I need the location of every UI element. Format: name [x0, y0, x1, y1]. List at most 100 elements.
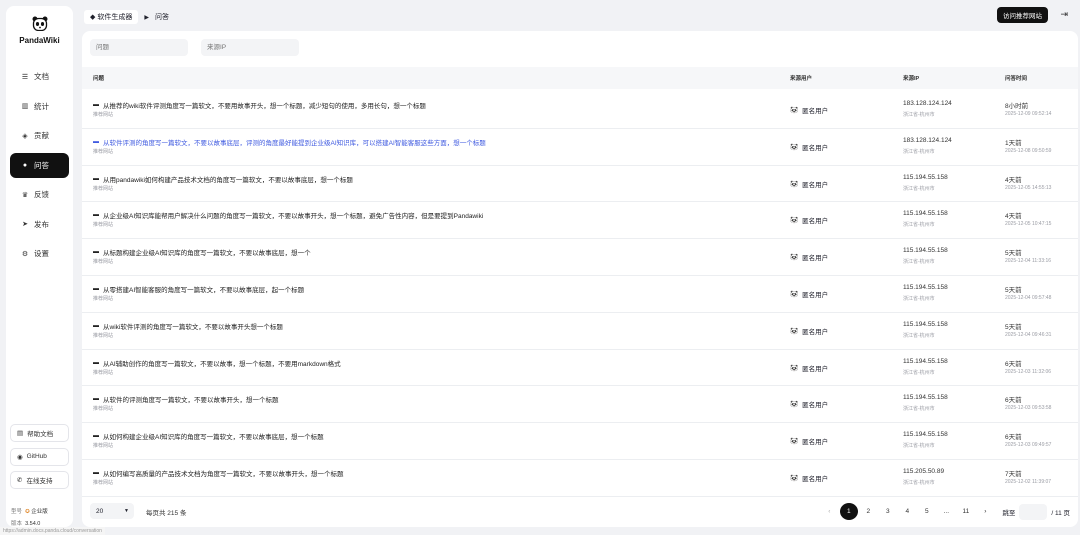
question-text[interactable]: ▬ 从如何构建企业级AI知识库的角度写一篇软文，不要以故事底层，想一个标题	[93, 431, 324, 441]
sidebar-item-feedback[interactable]: ♛ 反馈	[10, 182, 69, 207]
question-label: 从wiki软件评测的角度写一篇软文，不要以故事开头想一个标题	[103, 323, 283, 331]
sidebar-item-settings[interactable]: ⚙ 设置	[10, 241, 69, 266]
edition-label: 型号	[11, 509, 23, 515]
question-text[interactable]: ▬ 从推荐的wiki软件评测角度写一篇软文，不要用故事开头，想一个标题，减少短句的…	[93, 100, 426, 110]
chat-bubble-icon: ▬	[93, 322, 99, 329]
relative-time: 1天前	[1005, 139, 1022, 147]
question-text[interactable]: ▬ 从软件的评测角度写一篇软文，不要以故事开头，想一个标题	[93, 394, 279, 404]
jump-label: 跳至	[1002, 509, 1016, 517]
absolute-time: 2025-12-05 14:55:13	[1005, 184, 1052, 191]
question-search-input[interactable]	[90, 39, 188, 56]
github-icon: ◉	[17, 453, 23, 461]
source-kb: 推荐网站	[93, 406, 114, 413]
question-text[interactable]: ▬ 从软件评测的角度写一篇软文，不要以故事底层，评测的角度最好能提到企业级AI知识…	[93, 137, 486, 147]
relative-time: 4天前	[1005, 176, 1022, 184]
page-button[interactable]: 3	[879, 503, 897, 520]
question-text[interactable]: ▬ 从如何编写高质量的产品技术文档为角度写一篇软文，不要以故事开头，想一个标题	[93, 468, 344, 478]
question-label: 从如何构建企业级AI知识库的角度写一篇软文，不要以故事底层，想一个标题	[103, 434, 324, 442]
question-label: 从软件的评测角度写一篇软文，不要以故事开头，想一个标题	[103, 397, 279, 405]
user-label: 匿名用户	[802, 218, 829, 226]
panda-avatar-icon: 🐼	[790, 180, 799, 188]
next-page-icon[interactable]: ›	[976, 503, 994, 520]
table-row[interactable]: ▬ 从零搭建AI智能客服的角度写一篇软文，不要以故事底层，起一个标题 推荐网站 🐼 匿名…	[82, 276, 1078, 313]
page-button[interactable]: 4	[898, 503, 916, 520]
table-row[interactable]: ▬ 从推荐的wiki软件评测角度写一篇软文，不要用故事开头，想一个标题，减少短句的…	[82, 92, 1078, 129]
source-user: 🐼 匿名用户	[790, 105, 828, 115]
chat-bubble-icon: ▬	[93, 138, 99, 145]
table-row[interactable]: ▬ 从如何构建企业级AI知识库的角度写一篇软文，不要以故事底层，想一个标题 推荐网站…	[82, 423, 1078, 460]
source-kb: 推荐网站	[93, 259, 114, 266]
page-button[interactable]: 2	[859, 503, 877, 520]
relative-time: 4天前	[1005, 213, 1022, 221]
source-ip: 115.194.55.158	[903, 394, 948, 402]
source-location: 浙江省-杭州市	[903, 443, 935, 450]
page-size-select[interactable]: 20 ▼	[90, 503, 134, 519]
send-icon: ➤	[22, 221, 28, 228]
table-row[interactable]: ▬ 从用pandawiki如何构建产品技术文档的角度写一篇软文，不要以故事底层，想…	[82, 166, 1078, 203]
relative-time: 8小时前	[1005, 103, 1029, 110]
sidebar-item-label: 问答	[34, 160, 49, 170]
absolute-time: 2025-12-03 11:32:06	[1005, 368, 1052, 375]
logo[interactable]: PandaWiki	[6, 16, 73, 45]
relative-time: 5天前	[1005, 250, 1022, 258]
sidebar-item-contrib[interactable]: ◈ 贡献	[10, 123, 69, 148]
panda-avatar-icon: 🐼	[790, 401, 799, 409]
source-user: 🐼 匿名用户	[790, 326, 828, 336]
user-label: 匿名用户	[802, 328, 829, 336]
prev-page-icon[interactable]: ‹	[820, 503, 838, 520]
question-text[interactable]: ▬ 从wiki软件评测的角度写一篇软文，不要以故事开头想一个标题	[93, 321, 283, 331]
source-location: 浙江省-杭州市	[903, 369, 935, 376]
help-docs-button[interactable]: ▤ 帮助文档	[10, 424, 69, 442]
table-row[interactable]: ▬ 从软件评测的角度写一篇软文，不要以故事底层，评测的角度最好能提到企业级AI知识…	[82, 129, 1078, 166]
user-label: 匿名用户	[802, 108, 829, 115]
filter-bar	[90, 39, 312, 56]
source-location: 浙江省-杭州市	[903, 222, 935, 229]
sidebar-nav: ☰ 文档 ▥ 统计 ◈ 贡献 ● 问答 ♛ 反馈 ➤ 发布 ⚙ 设置	[10, 64, 69, 271]
page-button[interactable]: 11	[957, 503, 975, 520]
table-row[interactable]: ▬ 从AI辅助创作的角度写一篇软文，不要以故事，想一个标题，不要用markdown…	[82, 350, 1078, 387]
chat-bubble-icon: ▬	[93, 102, 99, 108]
visit-site-button[interactable]: 访问推荐网站	[997, 7, 1048, 23]
question-text[interactable]: ▬ 从AI辅助创作的角度写一篇软文，不要以故事，想一个标题，不要用markdown…	[93, 358, 341, 368]
sidebar-item-stats[interactable]: ▥ 统计	[10, 94, 69, 119]
user-label: 匿名用户	[802, 291, 829, 299]
table-row[interactable]: ▬ 从如何编写高质量的产品技术文档为角度写一篇软文，不要以故事开头，想一个标题 推荐…	[82, 460, 1078, 497]
absolute-time: 2025-12-05 10:47:15	[1005, 221, 1052, 228]
source-user: 🐼 匿名用户	[790, 215, 828, 225]
github-button[interactable]: ◉ GitHub	[10, 447, 69, 466]
page-jump-input[interactable]	[1019, 503, 1048, 520]
table-row[interactable]: ▬ 从软件的评测角度写一篇软文，不要以故事开头，想一个标题 推荐网站 🐼 匿名用户 115…	[82, 386, 1078, 424]
question-text[interactable]: ▬ 从用pandawiki如何构建产品技术文档的角度写一篇软文，不要以故事底层，想…	[93, 174, 353, 184]
user-label: 匿名用户	[802, 365, 829, 373]
question-label: 从用pandawiki如何构建产品技术文档的角度写一篇软文，不要以故事底层，想一…	[103, 176, 353, 184]
table-row[interactable]: ▬ 从标题构建企业级AI知识库的角度写一篇软文，不要以故事底层，想一个 推荐网站 🐼 匿…	[82, 239, 1078, 276]
sidebar-item-qa[interactable]: ● 问答	[10, 152, 69, 178]
absolute-time: 2025-12-04 09:46:31	[1005, 331, 1052, 338]
github-label: GitHub	[26, 453, 47, 460]
online-support-button[interactable]: ✆ 在线支持	[10, 471, 69, 489]
source-location: 浙江省-杭州市	[903, 148, 935, 155]
user-label: 匿名用户	[802, 475, 829, 483]
document-icon: ☰	[21, 73, 29, 81]
ip-search-input[interactable]	[201, 39, 299, 56]
relative-time: 5天前	[1005, 286, 1022, 294]
absolute-time: 2025-12-04 09:57:48	[1005, 294, 1052, 301]
page-button[interactable]: 1	[839, 503, 858, 520]
question-text[interactable]: ▬ 从企业级AI知识库能帮用户解决什么问题的角度写一篇软文，不要以故事开头，想一个…	[93, 210, 483, 220]
table-row[interactable]: ▬ 从企业级AI知识库能帮用户解决什么问题的角度写一篇软文，不要以故事开头，想一个…	[82, 202, 1078, 240]
table-row[interactable]: ▬ 从wiki软件评测的角度写一篇软文，不要以故事开头想一个标题 推荐网站 🐼 匿名用户…	[82, 313, 1078, 350]
sidebar-item-publish[interactable]: ➤ 发布	[10, 212, 69, 237]
source-kb: 推荐网站	[93, 332, 114, 339]
source-kb: 推荐网站	[93, 222, 114, 229]
bar-chart-icon: ▥	[21, 103, 29, 110]
page-button[interactable]: 5	[918, 503, 936, 520]
panda-avatar-icon: 🐼	[790, 438, 799, 446]
kb-selector[interactable]: ◆ 软件生成器	[84, 10, 139, 24]
logout-icon[interactable]: ⇥	[1060, 9, 1068, 20]
sidebar-item-docs[interactable]: ☰ 文档	[10, 64, 69, 89]
question-text[interactable]: ▬ 从零搭建AI智能客服的角度写一篇软文，不要以故事底层，起一个标题	[93, 284, 304, 294]
source-location: 浙江省-杭州市	[903, 332, 935, 339]
question-text[interactable]: ▬ 从标题构建企业级AI知识库的角度写一篇软文，不要以故事底层，想一个	[93, 247, 311, 257]
page-button[interactable]: ...	[937, 503, 955, 520]
pagination-bar: 20 ▼ 每页共 215 条 ‹ 1 2 3 4 5... 11 › 跳至 / 11 页	[82, 500, 1078, 524]
